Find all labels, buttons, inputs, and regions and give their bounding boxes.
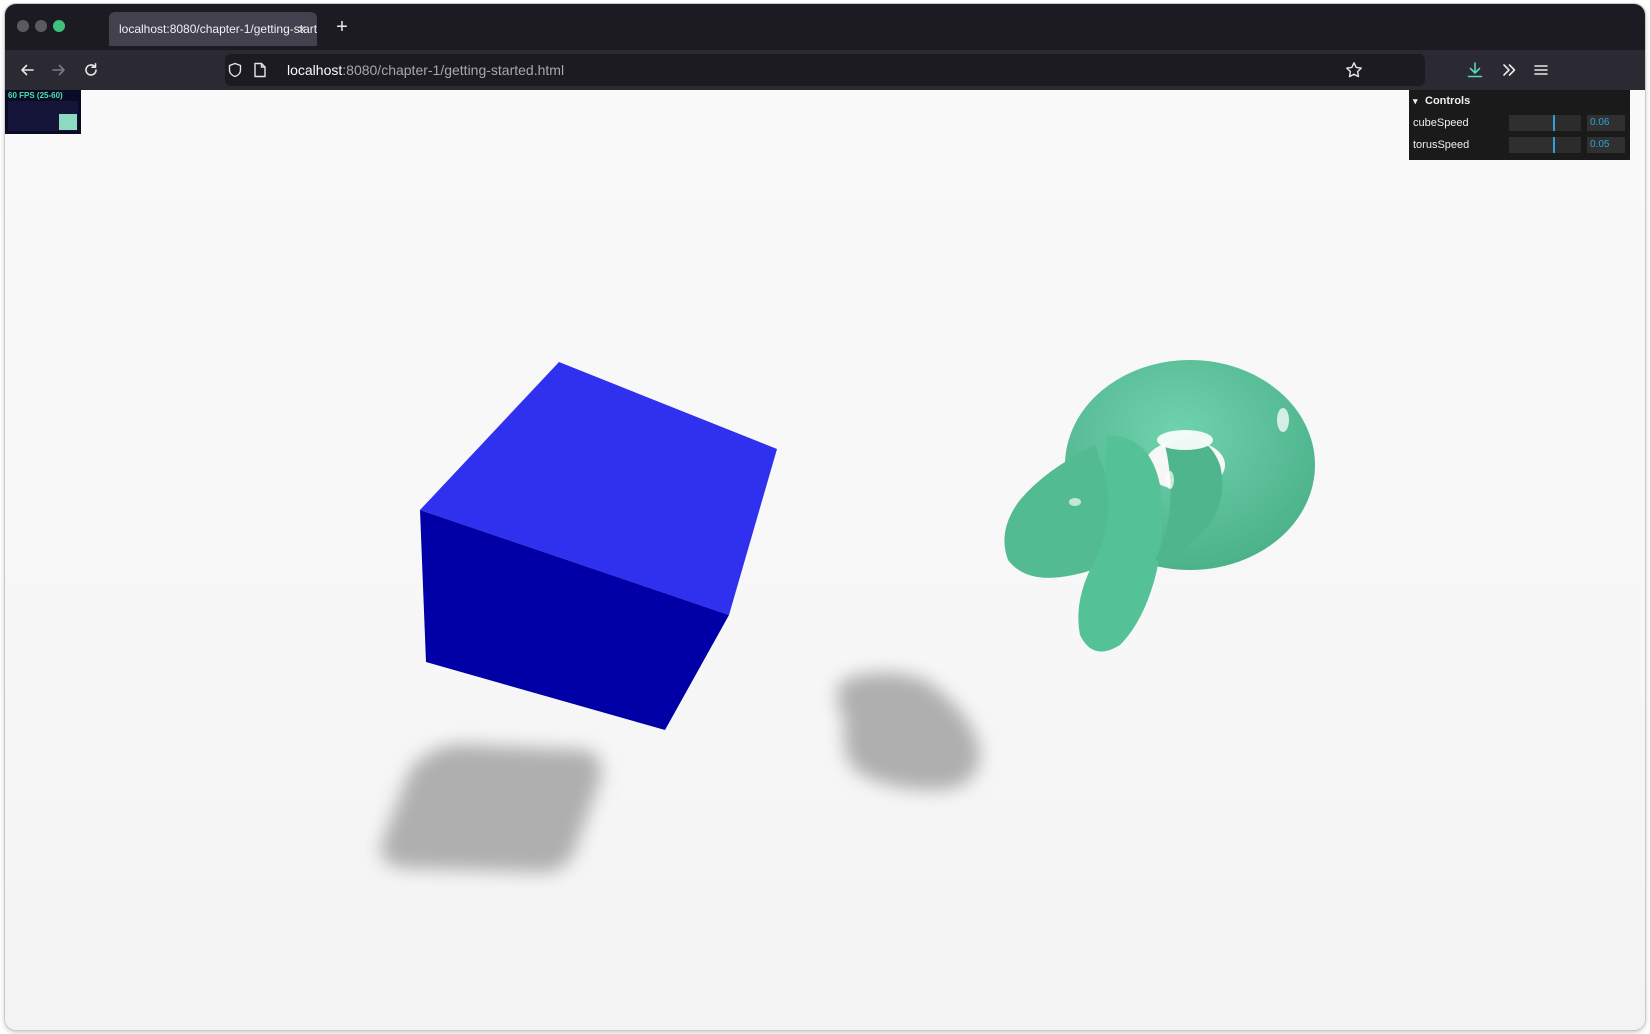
webgl-canvas[interactable]: 60 FPS (25-60) ▾ Controls cubeSpeed toru…: [5, 90, 1645, 1030]
page-icon[interactable]: [253, 62, 267, 83]
fps-label: 60 FPS (25-60): [8, 91, 63, 100]
url-text[interactable]: localhost:8080/chapter-1/getting-started…: [287, 54, 564, 86]
maximize-window-button[interactable]: [53, 20, 65, 32]
torus-speed-slider[interactable]: [1509, 137, 1581, 153]
controls-panel: ▾ Controls cubeSpeed torusSpeed: [1409, 90, 1630, 160]
controls-folder-header[interactable]: ▾ Controls: [1409, 90, 1630, 112]
slider-fill: [1509, 137, 1554, 153]
nav-bar: localhost:8080/chapter-1/getting-started…: [5, 50, 1645, 90]
download-icon[interactable]: [1461, 56, 1489, 84]
cube: [420, 362, 777, 730]
cube-shadow: [381, 744, 601, 873]
url-bar[interactable]: localhost:8080/chapter-1/getting-started…: [225, 54, 1425, 86]
plus-icon[interactable]: +: [329, 14, 355, 40]
overflow-icon[interactable]: [1495, 56, 1523, 84]
close-window-button[interactable]: [17, 20, 29, 32]
torus-knot: [1004, 360, 1315, 652]
cube-speed-slider[interactable]: [1509, 115, 1581, 131]
fps-stats-panel[interactable]: 60 FPS (25-60): [5, 90, 81, 134]
menu-icon[interactable]: [1527, 56, 1555, 84]
scene: [381, 360, 1315, 873]
reload-icon[interactable]: [77, 56, 105, 84]
forward-icon[interactable]: [45, 56, 73, 84]
minimize-window-button[interactable]: [35, 20, 47, 32]
torus-knot-shadow: [836, 672, 980, 790]
bookmark-star-icon[interactable]: [1345, 61, 1363, 84]
chevron-down-icon: ▾: [1413, 96, 1418, 106]
control-row-cube-speed: cubeSpeed: [1409, 112, 1630, 134]
controls-title: Controls: [1425, 95, 1471, 107]
close-icon[interactable]: ×: [295, 12, 309, 46]
tab-title: localhost:8080/chapter-1/getting-started…: [119, 22, 317, 36]
cube-speed-input[interactable]: [1587, 115, 1625, 131]
torus-speed-input[interactable]: [1587, 137, 1625, 153]
control-label: cubeSpeed: [1413, 117, 1469, 129]
fps-graph: [8, 101, 78, 131]
control-label: torusSpeed: [1413, 139, 1470, 151]
browser-tab[interactable]: localhost:8080/chapter-1/getting-started…: [109, 12, 317, 46]
slider-fill: [1509, 115, 1555, 131]
shield-icon[interactable]: [227, 62, 243, 83]
control-row-torus-speed: torusSpeed: [1409, 134, 1630, 156]
fps-graph-bar: [59, 114, 77, 130]
browser-window: localhost:8080/chapter-1/getting-started…: [5, 4, 1645, 1030]
slider-knob[interactable]: [1553, 115, 1556, 131]
url-path: :8080/chapter-1/getting-started.html: [342, 62, 565, 78]
tab-bar: localhost:8080/chapter-1/getting-started…: [5, 4, 1645, 50]
slider-knob[interactable]: [1552, 137, 1555, 153]
url-host: localhost: [287, 62, 343, 78]
back-icon[interactable]: [13, 56, 41, 84]
